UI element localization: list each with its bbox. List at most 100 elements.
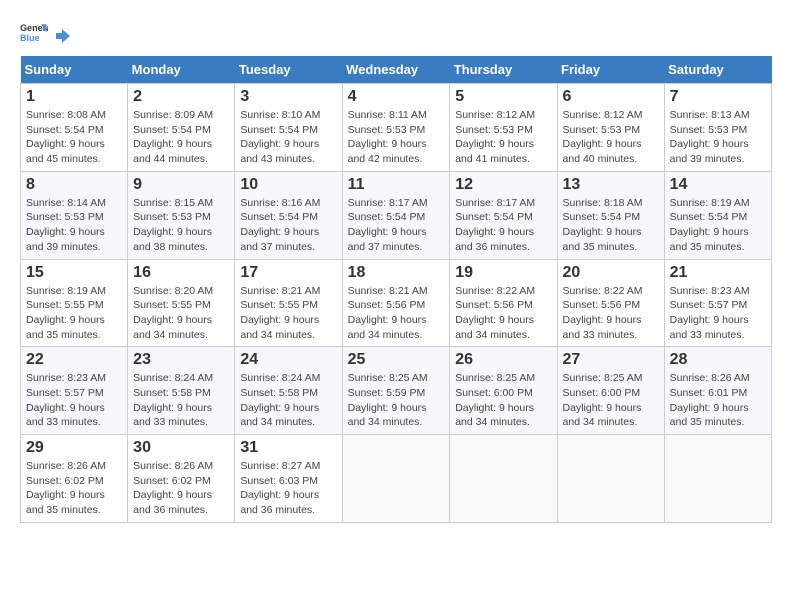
- day-detail: Sunrise: 8:17 AMSunset: 5:54 PMDaylight:…: [348, 196, 445, 255]
- day-detail: Sunrise: 8:22 AMSunset: 5:56 PMDaylight:…: [455, 284, 551, 343]
- day-detail: Sunrise: 8:19 AMSunset: 5:55 PMDaylight:…: [26, 284, 122, 343]
- day-cell-16: 16 Sunrise: 8:20 AMSunset: 5:55 PMDaylig…: [128, 259, 235, 347]
- day-number: 5: [455, 88, 551, 106]
- day-detail: Sunrise: 8:25 AMSunset: 5:59 PMDaylight:…: [348, 371, 445, 430]
- day-number: 7: [670, 88, 766, 106]
- day-cell-8: 8 Sunrise: 8:14 AMSunset: 5:53 PMDayligh…: [21, 171, 128, 259]
- day-cell-29: 29 Sunrise: 8:26 AMSunset: 6:02 PMDaylig…: [21, 435, 128, 523]
- day-detail: Sunrise: 8:11 AMSunset: 5:53 PMDaylight:…: [348, 108, 445, 167]
- day-cell-10: 10 Sunrise: 8:16 AMSunset: 5:54 PMDaylig…: [235, 171, 342, 259]
- day-cell-3: 3 Sunrise: 8:10 AMSunset: 5:54 PMDayligh…: [235, 84, 342, 172]
- day-number: 24: [240, 351, 336, 369]
- day-number: 12: [455, 176, 551, 194]
- day-number: 15: [26, 264, 122, 282]
- day-detail: Sunrise: 8:26 AMSunset: 6:02 PMDaylight:…: [133, 459, 229, 518]
- logo: General Blue: [20, 20, 72, 48]
- day-number: 18: [348, 264, 445, 282]
- day-detail: Sunrise: 8:16 AMSunset: 5:54 PMDaylight:…: [240, 196, 336, 255]
- day-cell-25: 25 Sunrise: 8:25 AMSunset: 5:59 PMDaylig…: [342, 347, 450, 435]
- day-detail: Sunrise: 8:14 AMSunset: 5:53 PMDaylight:…: [26, 196, 122, 255]
- day-number: 14: [670, 176, 766, 194]
- header: General Blue: [20, 20, 772, 48]
- day-number: 25: [348, 351, 445, 369]
- day-cell-11: 11 Sunrise: 8:17 AMSunset: 5:54 PMDaylig…: [342, 171, 450, 259]
- day-detail: Sunrise: 8:19 AMSunset: 5:54 PMDaylight:…: [670, 196, 766, 255]
- calendar-table: SundayMondayTuesdayWednesdayThursdayFrid…: [20, 56, 772, 523]
- day-cell-18: 18 Sunrise: 8:21 AMSunset: 5:56 PMDaylig…: [342, 259, 450, 347]
- day-number: 11: [348, 176, 445, 194]
- day-cell-23: 23 Sunrise: 8:24 AMSunset: 5:58 PMDaylig…: [128, 347, 235, 435]
- day-cell-6: 6 Sunrise: 8:12 AMSunset: 5:53 PMDayligh…: [557, 84, 664, 172]
- day-detail: Sunrise: 8:26 AMSunset: 6:01 PMDaylight:…: [670, 371, 766, 430]
- header-sunday: Sunday: [21, 56, 128, 84]
- day-detail: Sunrise: 8:17 AMSunset: 5:54 PMDaylight:…: [455, 196, 551, 255]
- day-cell-12: 12 Sunrise: 8:17 AMSunset: 5:54 PMDaylig…: [450, 171, 557, 259]
- header-friday: Friday: [557, 56, 664, 84]
- day-detail: Sunrise: 8:24 AMSunset: 5:58 PMDaylight:…: [240, 371, 336, 430]
- day-cell-17: 17 Sunrise: 8:21 AMSunset: 5:55 PMDaylig…: [235, 259, 342, 347]
- day-number: 16: [133, 264, 229, 282]
- day-number: 21: [670, 264, 766, 282]
- day-cell-15: 15 Sunrise: 8:19 AMSunset: 5:55 PMDaylig…: [21, 259, 128, 347]
- day-cell-28: 28 Sunrise: 8:26 AMSunset: 6:01 PMDaylig…: [664, 347, 771, 435]
- day-number: 13: [563, 176, 659, 194]
- day-detail: Sunrise: 8:18 AMSunset: 5:54 PMDaylight:…: [563, 196, 659, 255]
- day-cell-1: 1 Sunrise: 8:08 AMSunset: 5:54 PMDayligh…: [21, 84, 128, 172]
- day-cell-31: 31 Sunrise: 8:27 AMSunset: 6:03 PMDaylig…: [235, 435, 342, 523]
- day-cell-4: 4 Sunrise: 8:11 AMSunset: 5:53 PMDayligh…: [342, 84, 450, 172]
- day-detail: Sunrise: 8:25 AMSunset: 6:00 PMDaylight:…: [455, 371, 551, 430]
- day-cell-14: 14 Sunrise: 8:19 AMSunset: 5:54 PMDaylig…: [664, 171, 771, 259]
- day-number: 6: [563, 88, 659, 106]
- day-detail: Sunrise: 8:21 AMSunset: 5:55 PMDaylight:…: [240, 284, 336, 343]
- svg-text:Blue: Blue: [20, 33, 40, 43]
- day-number: 19: [455, 264, 551, 282]
- day-number: 9: [133, 176, 229, 194]
- day-cell-27: 27 Sunrise: 8:25 AMSunset: 6:00 PMDaylig…: [557, 347, 664, 435]
- days-header-row: SundayMondayTuesdayWednesdayThursdayFrid…: [21, 56, 772, 84]
- week-row-2: 8 Sunrise: 8:14 AMSunset: 5:53 PMDayligh…: [21, 171, 772, 259]
- day-number: 31: [240, 439, 336, 457]
- day-detail: Sunrise: 8:12 AMSunset: 5:53 PMDaylight:…: [563, 108, 659, 167]
- day-cell-13: 13 Sunrise: 8:18 AMSunset: 5:54 PMDaylig…: [557, 171, 664, 259]
- day-number: 22: [26, 351, 122, 369]
- day-detail: Sunrise: 8:26 AMSunset: 6:02 PMDaylight:…: [26, 459, 122, 518]
- day-detail: Sunrise: 8:12 AMSunset: 5:53 PMDaylight:…: [455, 108, 551, 167]
- day-cell-26: 26 Sunrise: 8:25 AMSunset: 6:00 PMDaylig…: [450, 347, 557, 435]
- day-number: 10: [240, 176, 336, 194]
- day-cell-5: 5 Sunrise: 8:12 AMSunset: 5:53 PMDayligh…: [450, 84, 557, 172]
- logo-arrow-icon: [54, 27, 72, 45]
- empty-cell: [664, 435, 771, 523]
- day-number: 27: [563, 351, 659, 369]
- day-number: 23: [133, 351, 229, 369]
- day-number: 26: [455, 351, 551, 369]
- day-detail: Sunrise: 8:20 AMSunset: 5:55 PMDaylight:…: [133, 284, 229, 343]
- day-number: 4: [348, 88, 445, 106]
- day-detail: Sunrise: 8:13 AMSunset: 5:53 PMDaylight:…: [670, 108, 766, 167]
- day-cell-19: 19 Sunrise: 8:22 AMSunset: 5:56 PMDaylig…: [450, 259, 557, 347]
- day-detail: Sunrise: 8:24 AMSunset: 5:58 PMDaylight:…: [133, 371, 229, 430]
- day-number: 2: [133, 88, 229, 106]
- day-detail: Sunrise: 8:23 AMSunset: 5:57 PMDaylight:…: [670, 284, 766, 343]
- week-row-4: 22 Sunrise: 8:23 AMSunset: 5:57 PMDaylig…: [21, 347, 772, 435]
- day-detail: Sunrise: 8:10 AMSunset: 5:54 PMDaylight:…: [240, 108, 336, 167]
- day-detail: Sunrise: 8:09 AMSunset: 5:54 PMDaylight:…: [133, 108, 229, 167]
- day-cell-7: 7 Sunrise: 8:13 AMSunset: 5:53 PMDayligh…: [664, 84, 771, 172]
- empty-cell: [557, 435, 664, 523]
- logo-icon: General Blue: [20, 20, 48, 48]
- day-number: 29: [26, 439, 122, 457]
- day-detail: Sunrise: 8:15 AMSunset: 5:53 PMDaylight:…: [133, 196, 229, 255]
- day-number: 8: [26, 176, 122, 194]
- day-number: 30: [133, 439, 229, 457]
- day-cell-9: 9 Sunrise: 8:15 AMSunset: 5:53 PMDayligh…: [128, 171, 235, 259]
- header-tuesday: Tuesday: [235, 56, 342, 84]
- day-number: 28: [670, 351, 766, 369]
- header-wednesday: Wednesday: [342, 56, 450, 84]
- day-detail: Sunrise: 8:27 AMSunset: 6:03 PMDaylight:…: [240, 459, 336, 518]
- day-cell-21: 21 Sunrise: 8:23 AMSunset: 5:57 PMDaylig…: [664, 259, 771, 347]
- empty-cell: [342, 435, 450, 523]
- day-number: 1: [26, 88, 122, 106]
- day-number: 17: [240, 264, 336, 282]
- day-cell-30: 30 Sunrise: 8:26 AMSunset: 6:02 PMDaylig…: [128, 435, 235, 523]
- day-cell-24: 24 Sunrise: 8:24 AMSunset: 5:58 PMDaylig…: [235, 347, 342, 435]
- day-detail: Sunrise: 8:21 AMSunset: 5:56 PMDaylight:…: [348, 284, 445, 343]
